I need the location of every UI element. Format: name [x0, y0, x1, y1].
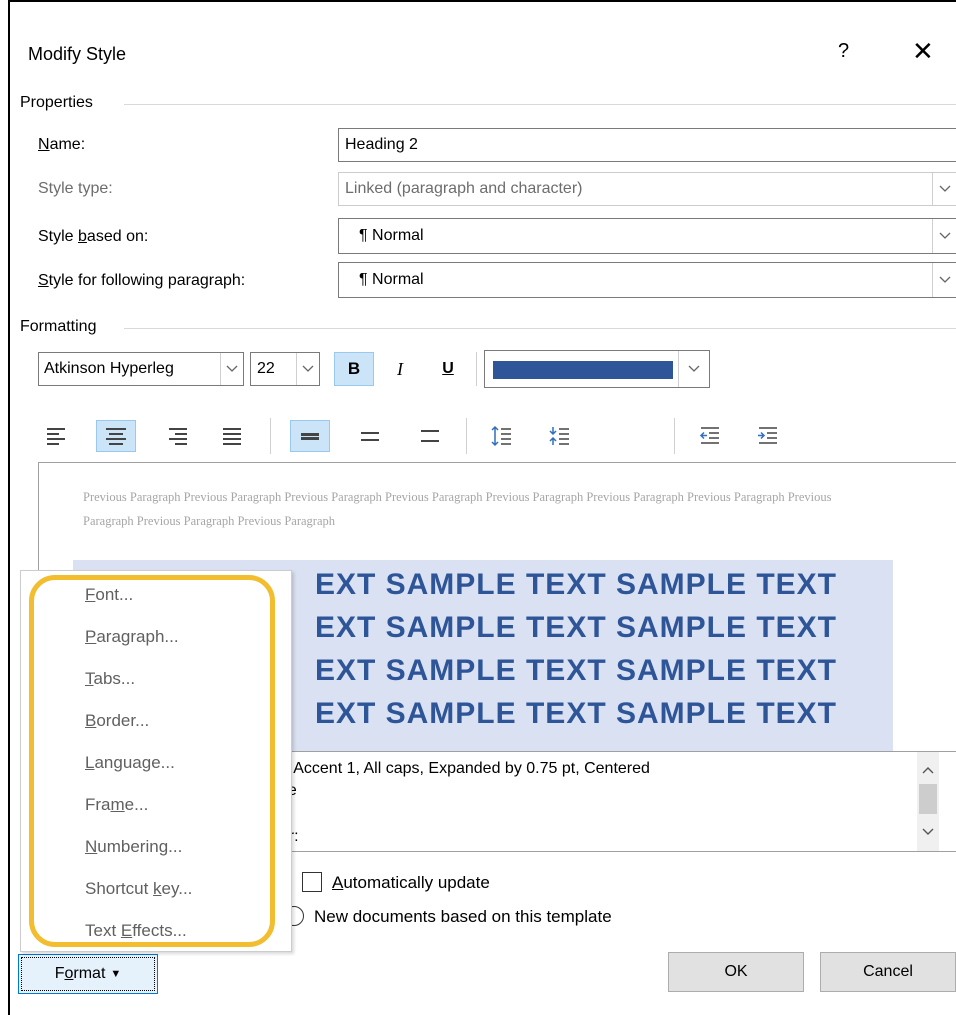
chevron-down-icon — [932, 173, 956, 205]
name-value: Heading 2 — [345, 136, 418, 154]
chevron-down-icon[interactable] — [922, 828, 934, 836]
chevron-down-icon[interactable] — [296, 353, 319, 385]
caret-down-icon: ▼ — [110, 968, 121, 980]
align-center-button[interactable] — [96, 420, 136, 452]
following-paragraph-select[interactable]: ¶ Normal — [338, 262, 956, 298]
help-button[interactable]: ? — [838, 40, 849, 63]
format-menu: Font... Paragraph... Tabs... Border... L… — [20, 570, 292, 952]
dialog-title: Modify Style — [28, 44, 126, 65]
following-paragraph-label: Style for following paragraph: — [38, 272, 245, 290]
menu-item-numbering[interactable]: Numbering... — [85, 837, 182, 857]
chevron-down-icon[interactable] — [220, 353, 243, 385]
properties-section-label: Properties — [20, 94, 93, 112]
align-right-button[interactable] — [160, 420, 196, 452]
toolbar-divider — [466, 418, 467, 454]
one-half-spacing-icon — [361, 432, 379, 441]
font-size-select[interactable]: 22 — [250, 352, 320, 386]
menu-item-font[interactable]: Font... — [85, 585, 133, 605]
pilcrow-icon: ¶ — [359, 271, 368, 288]
menu-item-tabs[interactable]: Tabs... — [85, 669, 135, 689]
menu-item-frame[interactable]: Frame... — [85, 795, 148, 815]
style-based-on-select[interactable]: ¶ Normal — [338, 218, 956, 254]
cancel-button[interactable]: Cancel — [820, 952, 956, 992]
menu-item-paragraph[interactable]: Paragraph... — [85, 627, 179, 647]
sample-text-line: EXT SAMPLE TEXT SAMPLE TEXT — [315, 568, 837, 602]
description-line: or: Accent 1, All caps, Expanded by 0.75… — [271, 760, 650, 778]
justify-icon — [223, 428, 241, 445]
new-documents-label: New documents based on this template — [314, 907, 612, 927]
one-half-spacing-button[interactable] — [352, 420, 388, 452]
double-spacing-icon — [421, 430, 439, 442]
font-size-value: 22 — [257, 360, 275, 378]
previous-paragraph-text: Previous Paragraph Previous Paragraph Pr… — [83, 485, 873, 533]
decrease-paragraph-spacing-icon — [549, 425, 571, 447]
double-spacing-button[interactable] — [412, 420, 448, 452]
following-paragraph-value: Normal — [372, 271, 424, 288]
menu-item-language[interactable]: Language... — [85, 753, 175, 773]
font-select[interactable]: Atkinson Hyperleg — [38, 352, 244, 386]
underline-button[interactable]: U — [428, 352, 468, 386]
style-based-on-label: Style based on: — [38, 228, 148, 246]
align-left-icon — [47, 428, 65, 445]
chevron-up-icon[interactable] — [922, 766, 934, 774]
ok-button[interactable]: OK — [668, 952, 804, 992]
chevron-down-icon[interactable] — [932, 219, 956, 253]
align-left-button[interactable] — [38, 420, 74, 452]
auto-update-label: Automatically update — [332, 873, 490, 893]
properties-divider — [124, 104, 956, 105]
decrease-indent-button[interactable] — [692, 420, 728, 452]
font-color-select[interactable] — [484, 350, 710, 388]
formatting-divider — [124, 328, 956, 329]
style-type-select: Linked (paragraph and character) — [338, 172, 956, 206]
chevron-down-icon[interactable] — [678, 351, 709, 387]
sample-text-line: EXT SAMPLE TEXT SAMPLE TEXT — [315, 611, 837, 645]
decrease-indent-icon — [699, 426, 721, 446]
pilcrow-icon: ¶ — [359, 227, 368, 244]
scrollbar-thumb[interactable] — [919, 784, 937, 814]
bold-button[interactable]: B — [334, 352, 374, 386]
formatting-section-label: Formatting — [20, 318, 96, 336]
chevron-down-icon[interactable] — [932, 263, 956, 297]
toolbar-divider — [476, 352, 477, 386]
auto-update-checkbox[interactable] — [302, 872, 322, 892]
style-based-on-value: Normal — [372, 227, 424, 244]
increase-paragraph-spacing-icon — [491, 425, 513, 447]
font-value: Atkinson Hyperleg — [44, 360, 174, 378]
align-center-icon — [106, 428, 126, 445]
color-swatch — [493, 361, 673, 379]
italic-button[interactable]: I — [382, 352, 418, 386]
menu-item-text-effects[interactable]: Text Effects... — [85, 921, 187, 941]
single-spacing-icon — [301, 433, 319, 440]
menu-item-shortcut-key[interactable]: Shortcut key... — [85, 879, 192, 899]
increase-spacing-button[interactable] — [484, 420, 520, 452]
style-type-label: Style type: — [38, 180, 113, 198]
close-button[interactable]: ✕ — [912, 36, 934, 67]
increase-indent-icon — [757, 426, 779, 446]
single-spacing-button[interactable] — [290, 420, 330, 452]
description-scrollbar[interactable] — [917, 752, 939, 851]
toolbar-divider — [674, 418, 675, 454]
style-type-value: Linked (paragraph and character) — [345, 180, 582, 198]
format-button[interactable]: Format ▼ — [18, 954, 158, 994]
justify-button[interactable] — [214, 420, 250, 452]
menu-item-border[interactable]: Border... — [85, 711, 149, 731]
toolbar-divider — [270, 418, 271, 454]
increase-indent-button[interactable] — [750, 420, 786, 452]
sample-text-line: EXT SAMPLE TEXT SAMPLE TEXT — [315, 654, 837, 688]
name-input[interactable]: Heading 2 — [338, 128, 956, 162]
name-label: Name: — [38, 136, 85, 154]
sample-text-line: EXT SAMPLE TEXT SAMPLE TEXT — [315, 697, 837, 731]
align-right-icon — [169, 428, 187, 445]
decrease-spacing-button[interactable] — [542, 420, 578, 452]
